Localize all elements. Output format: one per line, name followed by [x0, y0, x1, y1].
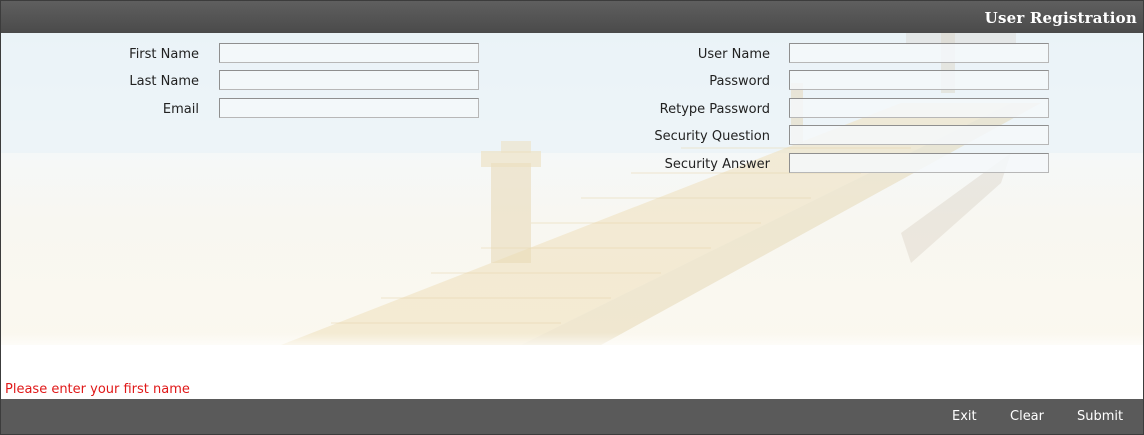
retype-password-field[interactable] [789, 98, 1049, 118]
title-bar: User Registration [1, 1, 1143, 33]
security-question-field[interactable] [789, 125, 1049, 145]
form-area: First Name Last Name Email User Name Pas… [1, 33, 1143, 399]
user-name-field[interactable] [789, 43, 1049, 63]
button-bar: Exit Clear Submit [1, 399, 1143, 434]
security-answer-field[interactable] [789, 153, 1049, 173]
user-name-label: User Name [697, 47, 770, 62]
validation-message: Please enter your first name [5, 382, 190, 397]
email-field[interactable] [219, 98, 479, 118]
security-question-label: Security Question [654, 129, 770, 144]
password-label: Password [709, 74, 770, 89]
last-name-label: Last Name [129, 74, 199, 89]
security-answer-label: Security Answer [664, 157, 770, 172]
clear-button[interactable]: Clear [1010, 409, 1044, 424]
exit-button[interactable]: Exit [952, 409, 977, 424]
window-title: User Registration [984, 9, 1137, 27]
first-name-label: First Name [129, 47, 199, 62]
first-name-field[interactable] [219, 43, 479, 63]
password-field[interactable] [789, 70, 1049, 90]
email-label: Email [162, 102, 199, 117]
retype-password-label: Retype Password [659, 102, 770, 117]
registration-window: User Registration First Name Last Name E… [0, 0, 1144, 435]
submit-button[interactable]: Submit [1077, 409, 1123, 424]
last-name-field[interactable] [219, 70, 479, 90]
